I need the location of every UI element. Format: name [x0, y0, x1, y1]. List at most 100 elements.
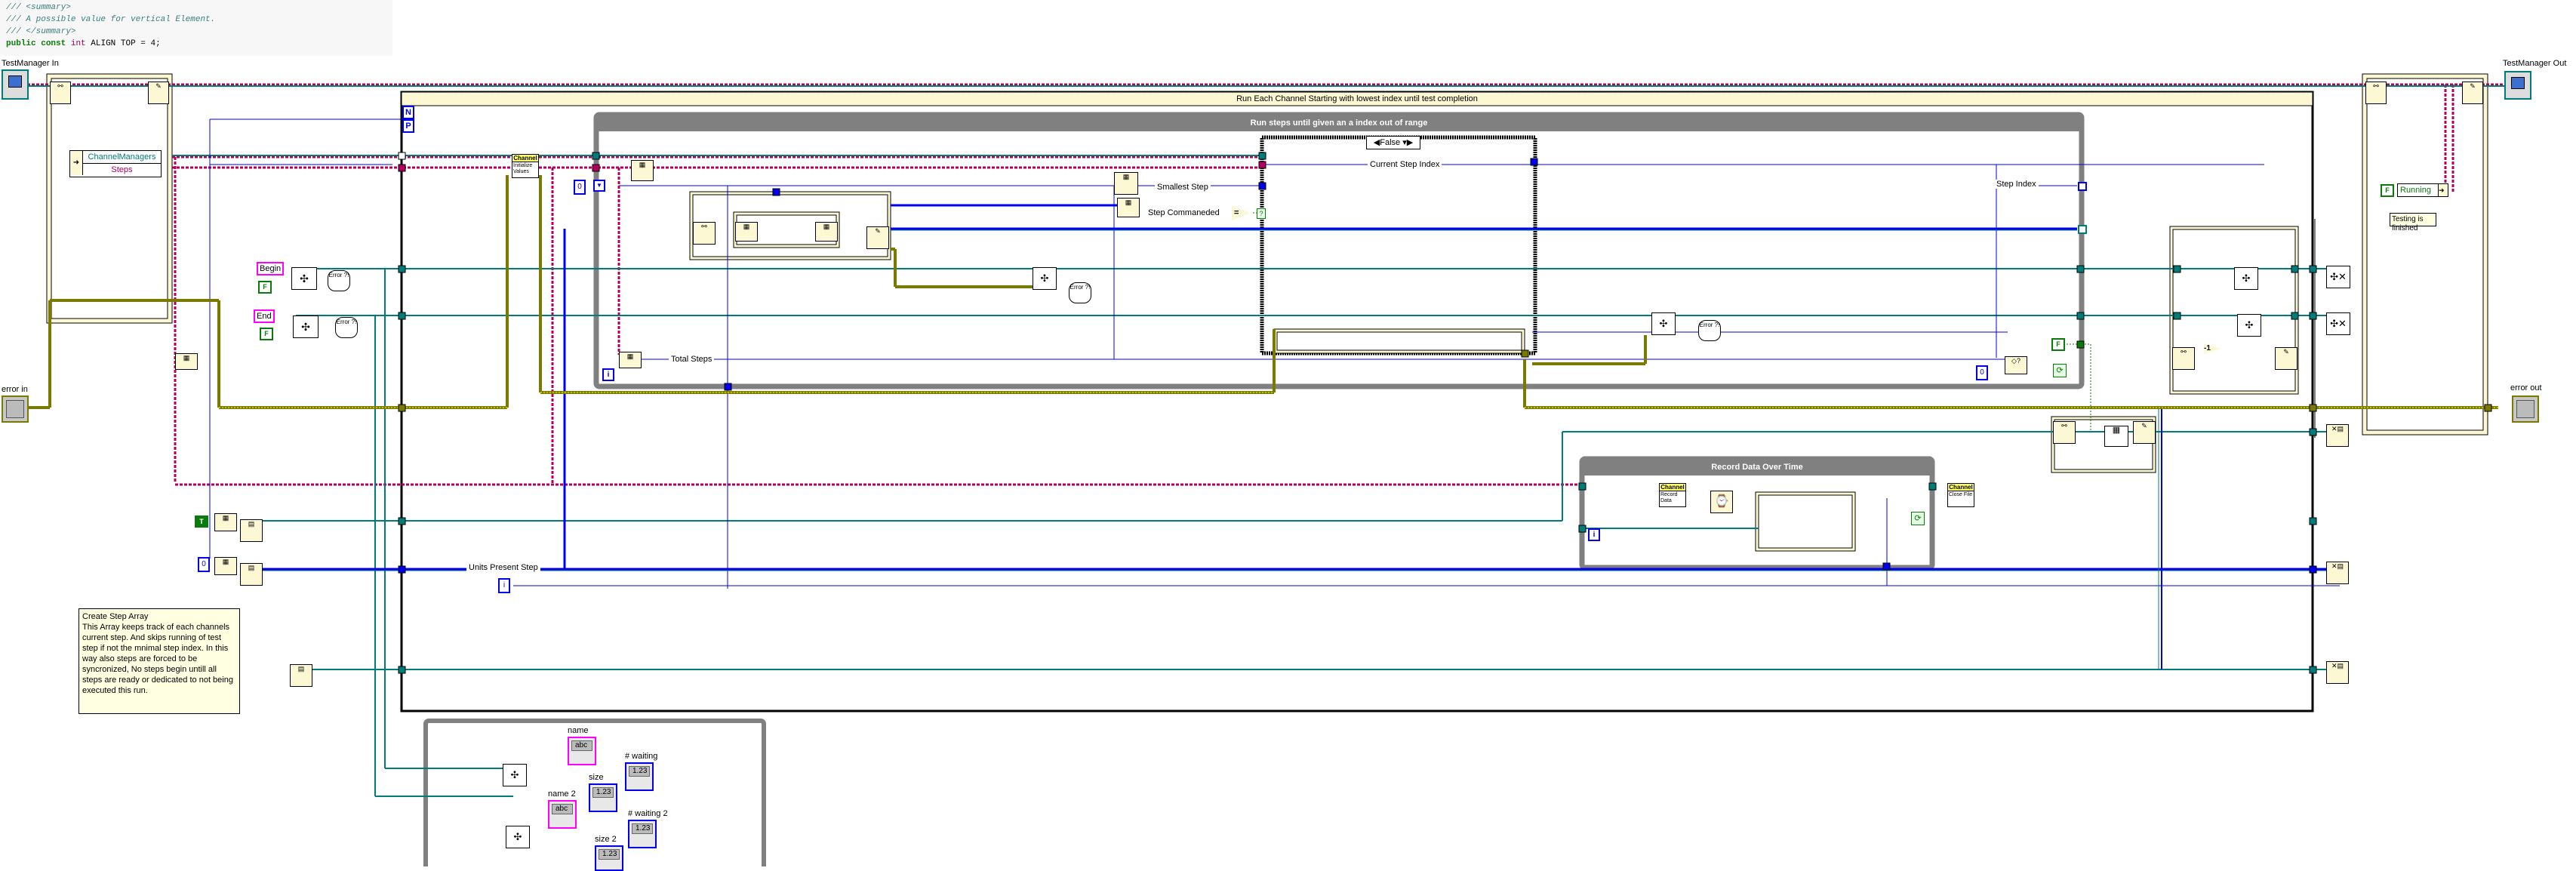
error-in-label: error in — [2, 385, 28, 394]
channel-record-data-subvi[interactable]: Channel Record Data — [1659, 483, 1686, 507]
error-cluster-icon — [2516, 400, 2534, 418]
inner-iteration-terminal: i — [602, 368, 614, 381]
error-dialog-label: Error ?! — [328, 272, 349, 279]
size2-indicator[interactable]: 1.23 — [595, 845, 623, 871]
size-indicator[interactable]: 1.23 — [589, 783, 617, 812]
name-indicator[interactable]: abc — [568, 737, 596, 765]
waiting-indicator[interactable]: 1.23 — [625, 762, 654, 791]
testmanager-out-indicator[interactable] — [2504, 71, 2531, 100]
inplace-write-node: ✎ — [2133, 421, 2156, 444]
zero-constant[interactable]: 0 — [574, 180, 586, 195]
new-dvr-icon: ▤ — [240, 519, 263, 542]
waiting2-label: # waiting 2 — [628, 809, 668, 818]
begin-string-constant[interactable]: Begin — [257, 262, 285, 275]
release-queue-icon[interactable]: ✣✕ — [2326, 312, 2350, 335]
delete-dvr-icon: ✕▤ — [2326, 562, 2349, 584]
bundle-running-field: Running — [2397, 183, 2442, 197]
shift-register-left: ▼ — [593, 180, 605, 192]
error-dialog-icon[interactable]: Error ?! — [1698, 320, 1721, 341]
false-constant[interactable]: F — [258, 281, 272, 294]
unbundle-by-name[interactable]: ➜ ChannelManagers Steps — [69, 150, 162, 177]
index-array-icon: ▦ — [1117, 198, 1140, 217]
channel-close-file-subvi[interactable]: Channel Close File — [1947, 483, 1974, 507]
false-constant[interactable]: F — [2381, 184, 2394, 197]
wire-label-step-commanded: Step Commaneded — [1146, 208, 1222, 217]
error-in-control[interactable] — [2, 395, 29, 423]
delete-dvr-icon: ✕▤ — [2326, 424, 2349, 447]
obtain-notifier-icon[interactable]: ✣ — [293, 315, 319, 338]
true-constant[interactable]: T — [195, 516, 208, 528]
testing-finished-label: Testing is finished — [2390, 213, 2436, 232]
new-dvr-icon: ▤ — [290, 664, 312, 687]
class-icon — [8, 75, 22, 88]
case-selector[interactable]: ◀False ▾▶ — [1366, 136, 1420, 149]
get-notifier-status-icon[interactable]: ✣ — [503, 764, 527, 786]
testmanager-in-label: TestManager In — [2, 59, 59, 68]
get-queue-status-icon[interactable]: ✣ — [2234, 267, 2258, 290]
end-string-constant[interactable]: End — [254, 309, 275, 323]
get-notifier-status-icon[interactable]: ✣ — [506, 826, 530, 848]
field-channel-managers: ChannelManagers — [83, 151, 161, 164]
channel-tag: Channel — [512, 155, 538, 162]
replace-array-icon: ▦ — [815, 222, 838, 242]
error-out-label: error out — [2510, 383, 2542, 392]
waiting2-value: 1.23 — [632, 823, 653, 834]
inplace-read-node: ⚯ — [2172, 347, 2195, 370]
array-size-icon: ▦ — [619, 352, 642, 368]
testmanager-out-label: TestManager Out — [2503, 59, 2567, 68]
arrow-right-icon: ➜ — [70, 151, 83, 175]
channel-initialize-subvi[interactable]: Channel Initialize Values — [512, 154, 539, 178]
wire-label-units-present-step: Units Present Step — [466, 563, 540, 572]
size2-value: 1.23 — [599, 849, 620, 860]
error-cluster-icon — [6, 400, 24, 418]
field-steps: Steps — [111, 165, 133, 174]
channel-close-label: Close File — [1949, 492, 1973, 497]
false-constant[interactable]: F — [2051, 338, 2065, 351]
parallel-terminal[interactable]: P — [402, 119, 414, 133]
wait-ms-icon: ⌚ — [1710, 491, 1733, 513]
loop-count-terminal[interactable]: N — [402, 106, 414, 119]
inplace-read-node: ⚯ — [693, 222, 716, 245]
testmanager-in-control[interactable] — [2, 69, 29, 100]
false-constant[interactable]: F — [260, 328, 273, 340]
equal-label: = — [1234, 208, 1239, 217]
loop-condition-icon: ⟳ — [2053, 364, 2067, 377]
case-structure[interactable] — [1260, 135, 1537, 355]
error-dialog-label: Error ?! — [1069, 284, 1091, 291]
inplace-read-node: ⚯ — [2053, 421, 2076, 444]
inplace-write-node: ✎ — [866, 226, 889, 249]
array-size-icon: ▦ — [175, 353, 198, 370]
record-iteration-terminal: i — [1588, 528, 1600, 541]
step-array-note-title: Create Step Array — [82, 612, 149, 621]
delete-dvr-icon: ✕▤ — [2326, 661, 2349, 684]
record-loop-title: Record Data Over Time — [1711, 463, 1803, 472]
zero-constant[interactable]: 0 — [198, 557, 210, 572]
name2-label: name 2 — [548, 789, 576, 799]
obtain-notifier-icon[interactable]: ✣ — [291, 267, 317, 290]
error-dialog-icon[interactable]: Error ?! — [1069, 282, 1091, 303]
error-out-indicator[interactable] — [2512, 395, 2539, 423]
channel-tag: Channel — [1948, 484, 1974, 491]
case-selector-value: False — [1380, 138, 1401, 147]
zero-constant[interactable]: 0 — [1976, 365, 1988, 380]
name-value: abc — [571, 740, 592, 751]
loop-condition-icon: ⟳ — [1911, 512, 1925, 525]
inplace-write-node: ✎ — [2462, 82, 2483, 104]
error-dialog-icon[interactable]: Error ?! — [335, 317, 358, 338]
wire-label-smallest-step: Smallest Step — [1155, 183, 1211, 192]
get-queue-status-icon[interactable]: ✣ — [2237, 314, 2261, 337]
case-selector-terminal: ? — [1257, 208, 1266, 219]
bundle-by-name-icon: ➜ — [2438, 183, 2448, 197]
chevron-right-icon[interactable]: ▶ — [1407, 138, 1413, 147]
wait-notification-icon[interactable]: ✣ — [1651, 312, 1676, 335]
replace-array-icon: ▦ — [2104, 426, 2128, 447]
index-array-icon: ▦ — [735, 222, 758, 242]
waiting2-indicator[interactable]: 1.23 — [628, 820, 657, 848]
error-dialog-icon[interactable]: Error ?! — [328, 270, 350, 291]
name2-value: abc — [552, 804, 573, 814]
release-queue-icon[interactable]: ✣✕ — [2326, 266, 2350, 288]
chevron-left-icon[interactable]: ◀ — [1374, 138, 1380, 147]
wait-notification-icon[interactable]: ✣ — [1033, 267, 1057, 290]
name2-indicator[interactable]: abc — [548, 800, 577, 829]
channel-tag: Channel — [1660, 484, 1685, 491]
